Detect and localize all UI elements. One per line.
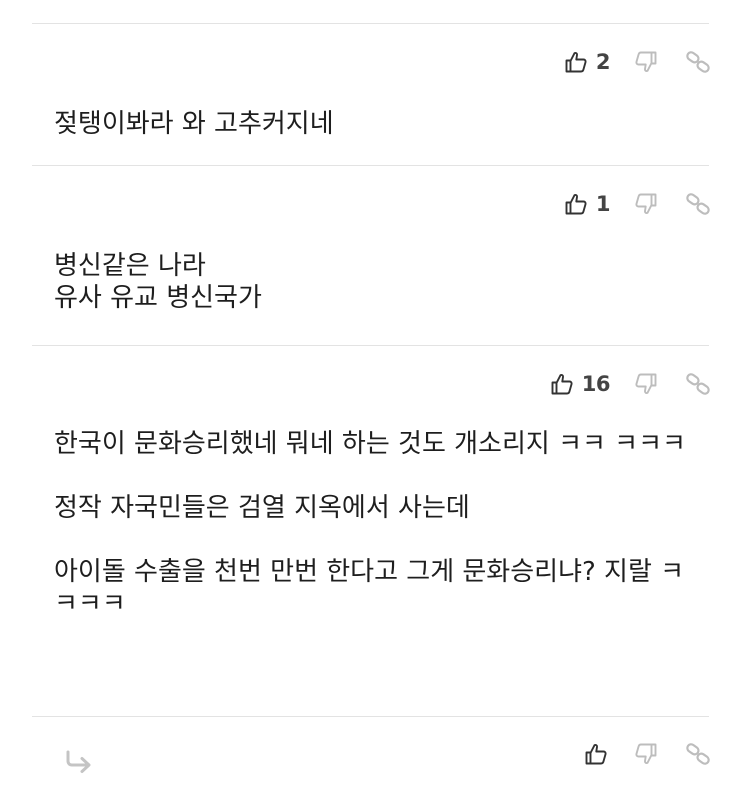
like-button[interactable] xyxy=(582,737,610,771)
like-count: 1 xyxy=(595,192,611,216)
footer-actions xyxy=(582,737,740,771)
copy-link-button[interactable] xyxy=(684,187,712,221)
thumbs-down-icon xyxy=(634,372,658,396)
like-count: 16 xyxy=(581,372,611,396)
thumbs-up-icon xyxy=(564,50,588,74)
dislike-button[interactable] xyxy=(632,45,660,79)
comment-paragraph: 젖탱이봐라 와 고추커지네 xyxy=(54,109,334,139)
comment-3-text: 한국이 문화승리했네 뭐네 하는 것도 개소리지 ㅋㅋ ㅋㅋㅋ 정작 자국민들은… xyxy=(54,428,694,620)
like-count: 2 xyxy=(595,50,611,74)
dislike-button[interactable] xyxy=(632,187,660,221)
comment-1-actions: 2 xyxy=(564,45,740,79)
reply-button[interactable] xyxy=(62,746,96,778)
comment-1-text: 젖탱이봐라 와 고추커지네 xyxy=(54,108,694,140)
copy-link-button[interactable] xyxy=(684,45,712,79)
link-icon xyxy=(685,741,711,767)
thumbs-up-icon xyxy=(550,372,574,396)
comment-paragraph: 정작 자국민들은 검열 지옥에서 사는데 xyxy=(54,493,470,523)
copy-link-button[interactable] xyxy=(684,367,712,401)
comment-paragraph: 아이돌 수출을 천번 만번 한다고 그게 문화승리냐? 지랄 ㅋㅋㅋㅋ xyxy=(54,557,685,619)
thumbs-up-icon xyxy=(564,192,588,216)
thumbs-down-icon xyxy=(634,742,658,766)
dislike-button[interactable] xyxy=(632,737,660,771)
reply-arrow-icon xyxy=(64,749,94,775)
thumbs-down-icon xyxy=(634,50,658,74)
comment-paragraph: 한국이 문화승리했네 뭐네 하는 것도 개소리지 ㅋㅋ ㅋㅋㅋ xyxy=(54,429,686,459)
link-icon xyxy=(685,191,711,217)
comment-2-text: 병신같은 나라 유사 유교 병신국가 xyxy=(54,250,694,314)
like-button[interactable]: 1 xyxy=(564,187,611,221)
thumbs-up-icon xyxy=(584,742,608,766)
comment-3-actions: 16 xyxy=(550,367,740,401)
link-icon xyxy=(685,49,711,75)
link-icon xyxy=(685,371,711,397)
copy-link-button[interactable] xyxy=(684,737,712,771)
thumbs-down-icon xyxy=(634,192,658,216)
comment-2-actions: 1 xyxy=(564,187,740,221)
comment-paragraph: 병신같은 나라 유사 유교 병신국가 xyxy=(54,251,262,313)
like-button[interactable]: 2 xyxy=(564,45,611,79)
dislike-button[interactable] xyxy=(632,367,660,401)
like-button[interactable]: 16 xyxy=(550,367,611,401)
